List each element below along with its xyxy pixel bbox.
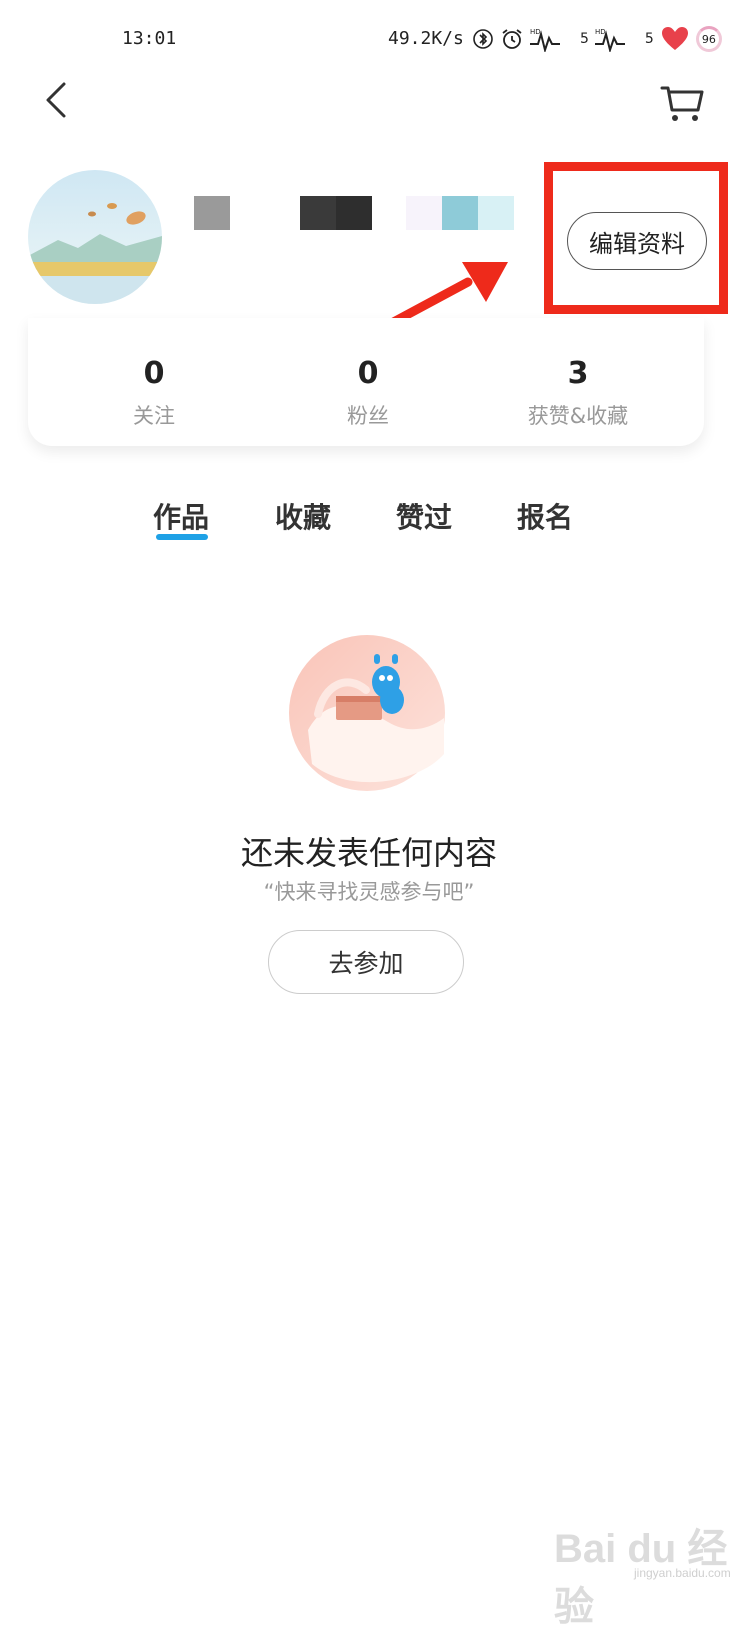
tab-favorites[interactable]: 收藏 — [275, 496, 331, 536]
stat-value: 3 — [567, 356, 589, 391]
tab-works[interactable]: 作品 — [153, 496, 209, 536]
stat-likes-and-favorites[interactable]: 3 获赞&收藏 — [498, 356, 658, 430]
annotation-arrow — [221, 262, 508, 417]
baidu-watermark-url: jingyan.baidu.com — [634, 1566, 731, 1580]
empty-state-title: 还未发表任何内容 — [240, 834, 497, 872]
stat-label: 获赞&收藏 — [527, 404, 629, 428]
stat-value: 0 — [143, 356, 165, 391]
empty-state-subtitle: “快来寻找灵感参与吧” — [263, 880, 475, 904]
stat-value: 0 — [357, 356, 379, 391]
join-button[interactable]: 去参加 — [268, 930, 464, 994]
tab-signups[interactable]: 报名 — [517, 496, 573, 536]
empty-state-illustration — [288, 634, 446, 792]
stat-followers[interactable]: 0 粉丝 — [288, 356, 448, 430]
stat-following[interactable]: 0 关注 — [74, 356, 234, 430]
stat-label: 关注 — [133, 404, 175, 428]
stat-label: 粉丝 — [347, 404, 389, 428]
tab-liked[interactable]: 赞过 — [396, 496, 452, 536]
active-tab-indicator — [156, 534, 208, 540]
